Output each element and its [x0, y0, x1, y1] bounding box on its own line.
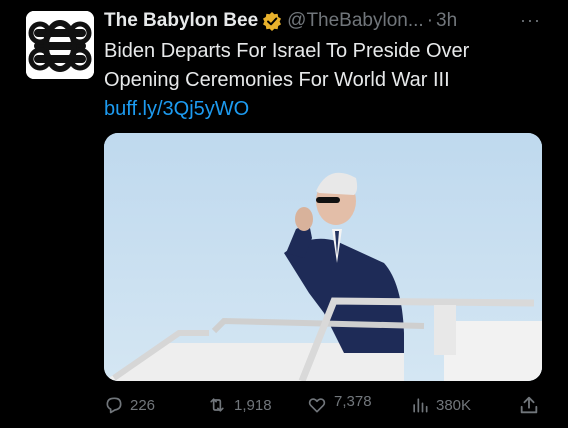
- photo-illustration: [104, 133, 542, 381]
- like-count: 7,378: [334, 392, 372, 410]
- tweet-text: Biden Departs For Israel To Preside Over…: [104, 40, 470, 91]
- action-bar: 226 1,918 7,378 380K: [104, 388, 542, 422]
- author-name[interactable]: The Babylon Bee: [104, 10, 258, 32]
- tweet-image[interactable]: [104, 133, 542, 381]
- more-options-icon[interactable]: ···: [520, 10, 541, 31]
- verified-badge-icon[interactable]: [262, 11, 282, 31]
- like-button[interactable]: 7,378: [306, 388, 372, 422]
- heart-icon: [308, 398, 326, 413]
- share-button[interactable]: [518, 388, 546, 422]
- views-button[interactable]: 380K: [410, 388, 471, 422]
- reply-icon: [106, 397, 122, 414]
- view-count: 380K: [436, 396, 472, 414]
- tweet-header: The Babylon Bee @TheBabylon... · 3h: [104, 8, 544, 34]
- share-icon: [520, 396, 538, 414]
- reply-count: 226: [130, 396, 156, 414]
- author-handle[interactable]: @TheBabylon...: [287, 10, 424, 32]
- tweet-link[interactable]: buff.ly/3Qj5yWO: [104, 95, 249, 124]
- retweet-count: 1,918: [234, 396, 272, 414]
- avatar[interactable]: [26, 11, 94, 79]
- timestamp[interactable]: 3h: [436, 10, 457, 32]
- views-chart-icon: [413, 398, 428, 413]
- retweet-button[interactable]: 1,918: [206, 388, 272, 422]
- separator-dot: ·: [426, 10, 434, 31]
- reply-button[interactable]: 226: [104, 388, 155, 422]
- babylon-bee-logo-icon: [26, 11, 94, 79]
- retweet-icon: [210, 398, 224, 412]
